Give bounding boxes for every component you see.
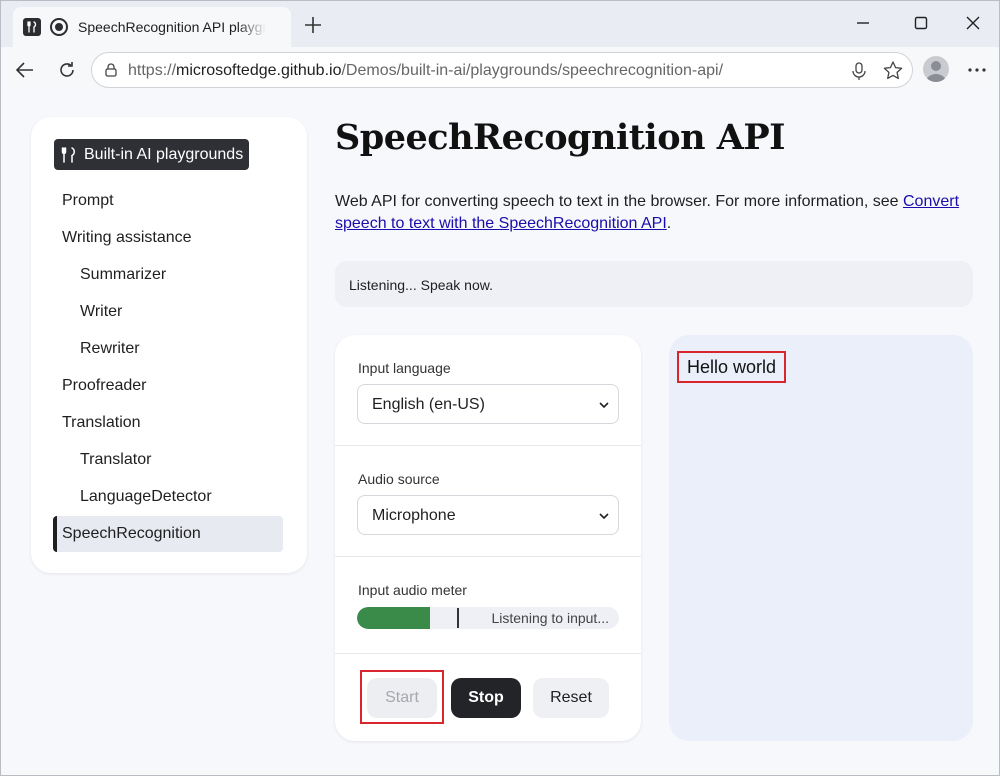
audio-meter-section: Input audio meter (335, 557, 641, 654)
microphone-icon[interactable] (850, 61, 868, 81)
meter-peak-marker (457, 608, 459, 628)
input-language-section: Input language English (en-US) (335, 335, 641, 446)
sidebar-item-writing-assistance[interactable]: Writing assistance (53, 220, 283, 256)
meter-fill (357, 607, 430, 629)
recording-indicator-icon (50, 18, 68, 36)
transcript-text: Hello world (677, 351, 787, 383)
audio-source-select[interactable]: Microphone (357, 495, 619, 535)
page-title: SpeechRecognition API (335, 117, 786, 158)
title-bar: SpeechRecognition API playgrounds (1, 1, 999, 47)
page-content: Built-in AI playgrounds Prompt Writing a… (7, 93, 995, 771)
sidebar: Built-in AI playgrounds Prompt Writing a… (31, 117, 307, 573)
sidebar-item-translation[interactable]: Translation (53, 405, 283, 441)
site-info-lock-icon[interactable] (103, 62, 119, 78)
main-area: SpeechRecognition API Web API for conver… (335, 93, 975, 771)
transcript-output: Hello world (669, 335, 973, 741)
sidebar-item-rewriter[interactable]: Rewriter (71, 331, 283, 367)
audio-source-section: Audio source Microphone (335, 446, 641, 557)
sidebar-item-languagedetector[interactable]: LanguageDetector (71, 479, 283, 515)
input-language-value: English (en-US) (372, 396, 485, 413)
meter-status-text: Listening to input... (491, 610, 609, 626)
sidebar-item-translator[interactable]: Translator (71, 442, 283, 478)
audio-source-label: Audio source (358, 471, 440, 487)
more-options-icon[interactable] (966, 59, 988, 81)
start-button[interactable]: Start (367, 678, 437, 718)
controls-panel: Input language English (en-US) Audio sou… (335, 335, 641, 741)
input-audio-meter: Listening to input... (357, 607, 619, 629)
input-language-select[interactable]: English (en-US) (357, 384, 619, 424)
sidebar-item-writer[interactable]: Writer (71, 294, 283, 330)
badge-label: Built-in AI playgrounds (84, 145, 244, 163)
input-language-label: Input language (358, 360, 451, 376)
sidebar-item-speechrecognition[interactable]: SpeechRecognition (53, 516, 283, 552)
toolbar: https://microsoftedge.github.io/Demos/bu… (1, 47, 999, 93)
audio-source-value: Microphone (372, 507, 456, 524)
browser-tab[interactable]: SpeechRecognition API playgrounds (13, 7, 291, 47)
chevron-down-icon (599, 402, 609, 409)
browser-window: SpeechRecognition API playgrounds https:… (0, 0, 1000, 776)
maximize-icon[interactable] (911, 13, 931, 33)
status-message: Listening... Speak now. (335, 261, 973, 307)
minimize-icon[interactable] (853, 13, 873, 33)
reset-button[interactable]: Reset (533, 678, 609, 718)
sidebar-item-summarizer[interactable]: Summarizer (71, 257, 283, 293)
favorite-star-icon[interactable] (882, 60, 904, 82)
intro-text: Web API for converting speech to text in… (335, 193, 960, 232)
chevron-down-icon (599, 513, 609, 520)
stop-button[interactable]: Stop (451, 678, 521, 718)
back-arrow-icon[interactable] (14, 59, 36, 81)
refresh-icon[interactable] (56, 59, 78, 81)
sidebar-item-proofreader[interactable]: Proofreader (53, 368, 283, 404)
tools-favicon-icon (23, 18, 41, 36)
address-bar[interactable]: https://microsoftedge.github.io/Demos/bu… (91, 52, 913, 88)
playgrounds-badge[interactable]: Built-in AI playgrounds (54, 139, 250, 170)
profile-avatar[interactable] (923, 56, 949, 82)
sidebar-item-prompt[interactable]: Prompt (53, 183, 283, 219)
tab-title: SpeechRecognition API playgrounds (78, 19, 266, 35)
url-text: https://microsoftedge.github.io/Demos/bu… (128, 62, 724, 79)
close-window-icon[interactable] (963, 13, 983, 33)
tools-icon (61, 146, 75, 163)
new-tab-icon[interactable] (303, 15, 323, 35)
audio-meter-label: Input audio meter (358, 582, 467, 598)
